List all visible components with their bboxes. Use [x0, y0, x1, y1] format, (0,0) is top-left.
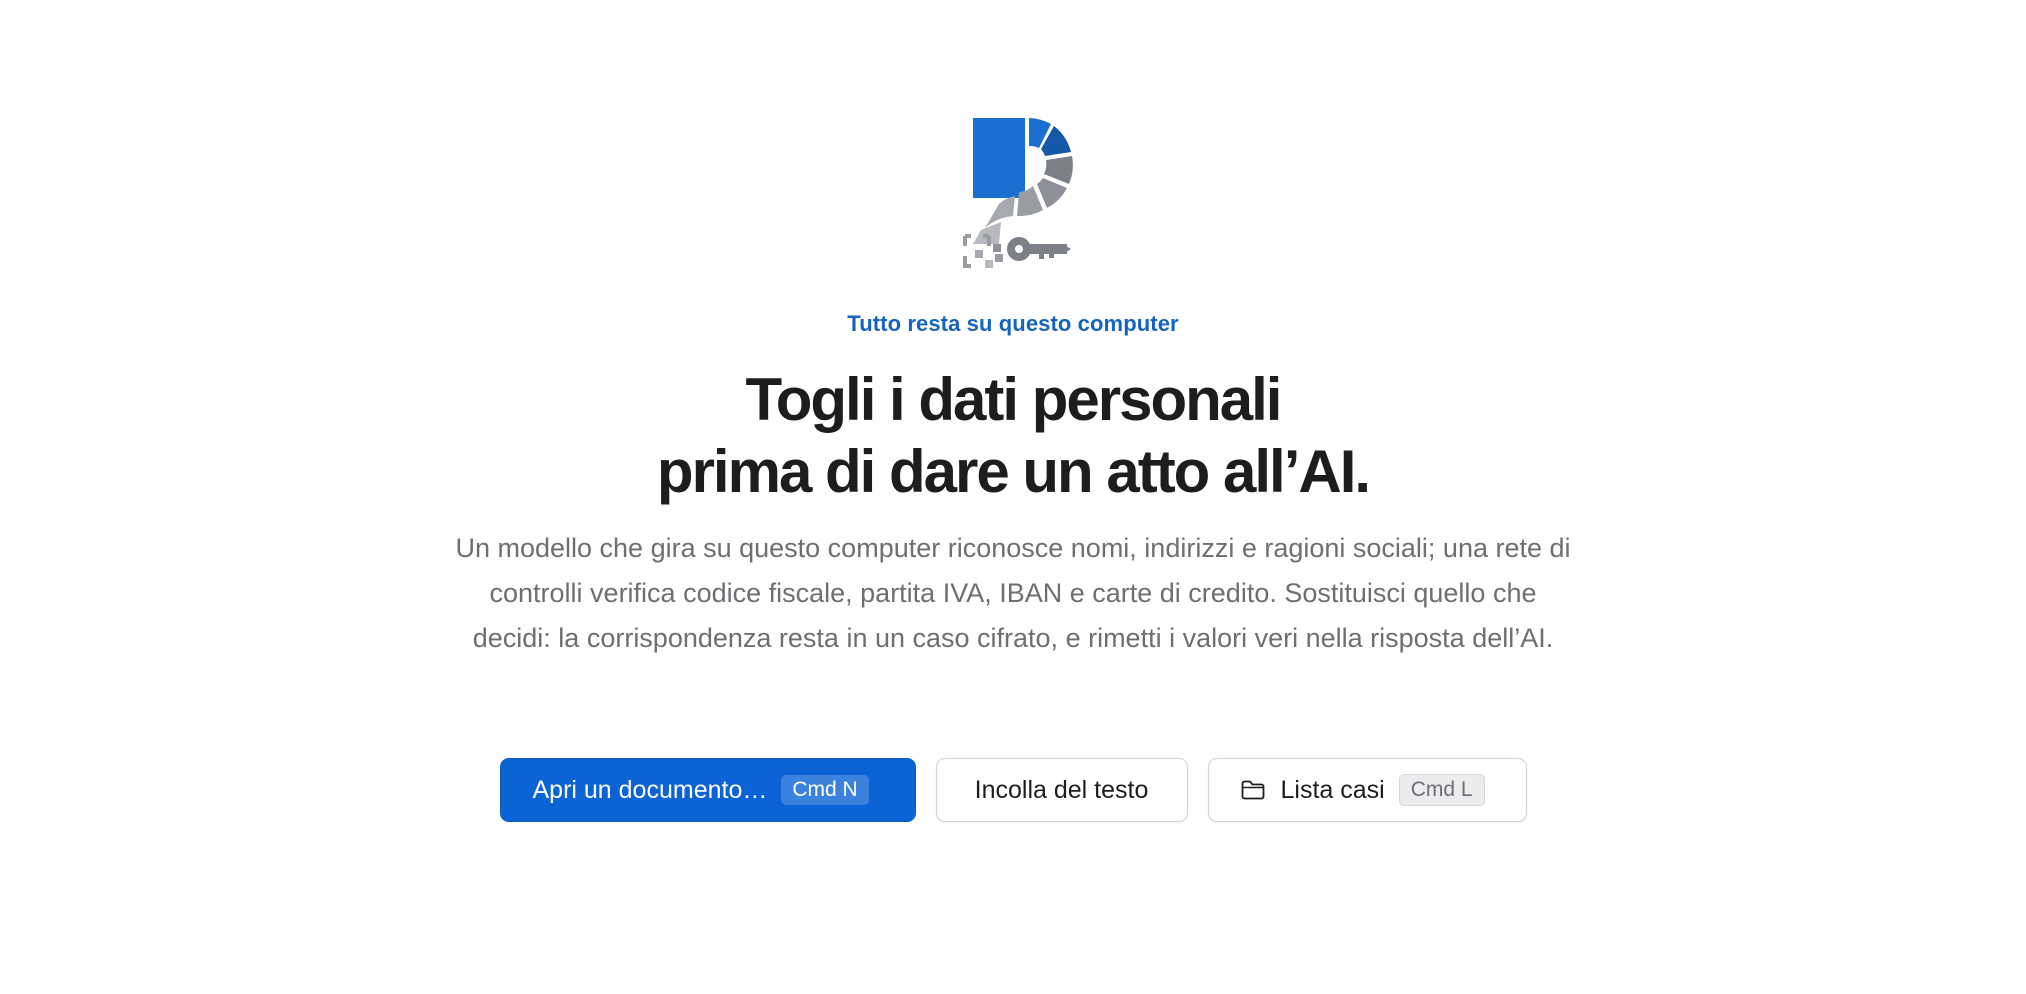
open-document-button[interactable]: Apri un documento… Cmd N — [499, 758, 916, 822]
paste-text-label: Incolla del testo — [974, 775, 1149, 804]
paste-text-button[interactable]: Incolla del testo — [935, 758, 1188, 822]
case-list-label: Lista casi — [1280, 775, 1385, 804]
description: Un modello che gira su questo computer r… — [455, 533, 1571, 653]
open-document-label: Apri un documento… — [532, 775, 768, 804]
case-list-button[interactable]: Lista casi Cmd L — [1207, 758, 1527, 822]
title-line-2: prima di dare un atto all’AI. — [656, 438, 1371, 505]
open-shortcut-badge: Cmd N — [781, 775, 869, 805]
page-title: Togli i dati personali prima di dare un … — [0, 364, 2026, 508]
welcome-screen: Tutto resta su questo computer Togli i d… — [0, 0, 2026, 994]
folder-icon — [1241, 780, 1264, 800]
action-bar: Apri un documento… Cmd N Incolla del tes… — [0, 758, 2026, 822]
tagline: Tutto resta su questo computer — [847, 311, 1179, 336]
case-list-shortcut-badge: Cmd L — [1398, 774, 1485, 806]
redaction-logo-icon — [963, 118, 1073, 268]
title-line-1: Togli i dati personali — [745, 366, 1283, 433]
